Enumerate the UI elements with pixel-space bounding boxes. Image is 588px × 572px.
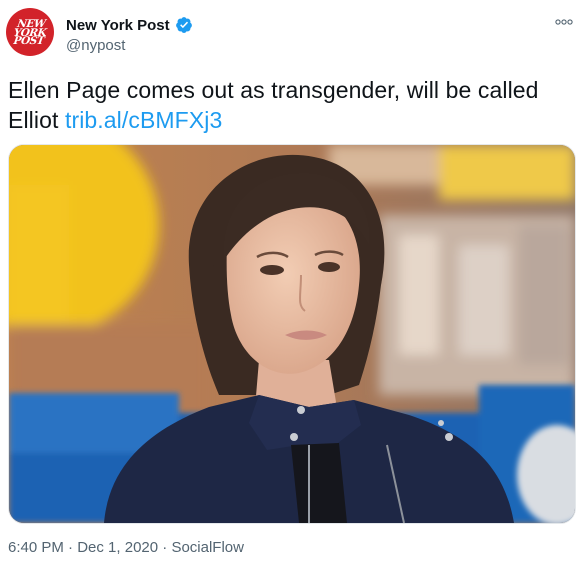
tweet-source[interactable]: SocialFlow bbox=[171, 539, 244, 556]
author-name[interactable]: New York Post bbox=[66, 17, 170, 34]
verified-badge-icon bbox=[175, 16, 193, 34]
meta-separator: · bbox=[162, 539, 168, 556]
more-options-icon[interactable] bbox=[552, 14, 576, 30]
tweet-text: Ellen Page comes out as transgender, wil… bbox=[8, 75, 568, 135]
avatar[interactable]: NEW YORK POST bbox=[6, 8, 54, 56]
meta-separator: · bbox=[68, 539, 74, 556]
tweet-card[interactable]: NEW YORK POST New York Post @nypost Elle… bbox=[0, 0, 588, 572]
tweet-photo[interactable] bbox=[8, 144, 576, 524]
nypost-logo: NEW YORK POST bbox=[6, 18, 54, 47]
tweet-time[interactable]: 6:40 PM bbox=[8, 539, 64, 556]
tweet-link[interactable]: trib.al/cBMFXj3 bbox=[65, 107, 222, 133]
logo-line-3: POST bbox=[12, 35, 45, 47]
photo-illustration bbox=[9, 145, 575, 523]
author-handle[interactable]: @nypost bbox=[66, 37, 125, 54]
tweet-date[interactable]: Dec 1, 2020 bbox=[77, 539, 158, 556]
tweet-meta: 6:40 PM · Dec 1, 2020 · SocialFlow bbox=[8, 539, 244, 556]
author-row: New York Post bbox=[66, 14, 193, 36]
